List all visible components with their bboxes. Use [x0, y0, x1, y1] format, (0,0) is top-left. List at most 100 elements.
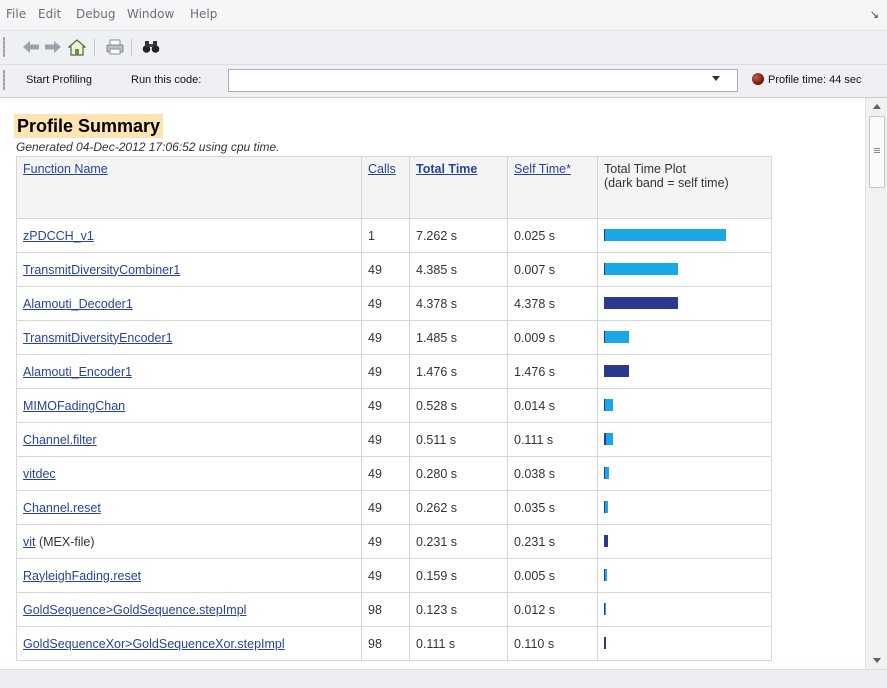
table-row: GoldSequenceXor>GoldSequenceXor.stepImpl… — [16, 626, 772, 661]
self-time-cell: 0.231 s — [507, 524, 598, 559]
table-header-row: Function Name Calls Total Time Self Time… — [16, 156, 772, 219]
vertical-scrollbar[interactable] — [865, 98, 887, 669]
calls-cell: 49 — [361, 388, 410, 423]
calls-cell: 49 — [361, 252, 410, 287]
time-plot — [604, 296, 765, 311]
chevron-down-icon[interactable] — [712, 76, 720, 81]
sort-calls-link[interactable]: Calls — [368, 162, 396, 176]
toolbar-separator — [94, 39, 95, 56]
table-row: Channel.reset 49 0.262 s 0.035 s — [16, 490, 772, 525]
function-link[interactable]: TransmitDiversityCombiner1 — [23, 263, 180, 277]
function-name-cell: TransmitDiversityCombiner1 — [16, 252, 362, 287]
calls-cell: 49 — [361, 558, 410, 593]
time-plot — [604, 262, 765, 277]
total-time-cell: 0.111 s — [409, 626, 508, 661]
total-time-bar — [605, 330, 629, 343]
time-plot — [604, 432, 765, 447]
undock-icon[interactable]: ↘ — [870, 8, 879, 21]
time-plot — [604, 466, 765, 481]
total-time-cell: 0.511 s — [409, 422, 508, 457]
header-total-time-plot: Total Time Plot (dark band = self time) — [597, 156, 772, 219]
time-plot-cell — [597, 286, 772, 321]
self-time-cell: 0.007 s — [507, 252, 598, 287]
self-time-cell: 0.025 s — [507, 218, 598, 253]
sort-function-name-link[interactable]: Function Name — [23, 162, 108, 176]
total-time-bar — [605, 262, 678, 275]
function-name-cell: Alamouti_Decoder1 — [16, 286, 362, 321]
menu-window[interactable]: Window — [127, 7, 174, 21]
total-time-cell: 0.231 s — [409, 524, 508, 559]
table-row: GoldSequence>GoldSequence.stepImpl 98 0.12… — [16, 592, 772, 627]
run-code-input[interactable] — [228, 69, 738, 92]
function-link[interactable]: TransmitDiversityEncoder1 — [23, 331, 173, 345]
time-plot-cell — [597, 354, 772, 389]
calls-cell: 1 — [361, 218, 410, 253]
function-link[interactable]: Channel.filter — [23, 433, 97, 447]
menu-file[interactable]: File — [6, 7, 26, 21]
self-time-cell: 4.378 s — [507, 286, 598, 321]
self-time-cell: 0.110 s — [507, 626, 598, 661]
function-link[interactable]: Alamouti_Decoder1 — [23, 297, 133, 311]
function-name-cell: Channel.filter — [16, 422, 362, 457]
self-time-cell: 0.009 s — [507, 320, 598, 355]
scroll-down-icon[interactable] — [873, 658, 881, 663]
function-link[interactable]: Alamouti_Encoder1 — [23, 365, 132, 379]
find-binoculars-icon[interactable] — [140, 37, 162, 57]
self-time-cell: 1.476 s — [507, 354, 598, 389]
time-plot-cell — [597, 218, 772, 253]
print-icon[interactable] — [104, 37, 126, 57]
time-plot — [604, 500, 765, 515]
function-link[interactable]: vit — [23, 535, 36, 549]
function-link[interactable]: RayleighFading.reset — [23, 569, 141, 583]
total-time-bar — [605, 398, 613, 411]
sort-self-time-link[interactable]: Self Time* — [514, 162, 571, 176]
function-link[interactable]: GoldSequenceXor>GoldSequenceXor.stepImpl — [23, 637, 285, 651]
function-name-cell: Alamouti_Encoder1 — [16, 354, 362, 389]
forward-arrow-icon[interactable] — [42, 37, 64, 57]
start-profiling-button[interactable]: Start Profiling — [26, 74, 92, 86]
function-name-cell: MIMOFadingChan — [16, 388, 362, 423]
table-row: vitdec 49 0.280 s 0.038 s — [16, 456, 772, 491]
back-arrow-icon[interactable] — [20, 37, 42, 57]
function-name-cell: zPDCCH_v1 — [16, 218, 362, 253]
total-time-cell: 4.378 s — [409, 286, 508, 321]
function-link[interactable]: Channel.reset — [23, 501, 101, 515]
calls-cell: 49 — [361, 490, 410, 525]
time-plot-cell — [597, 456, 772, 491]
function-link[interactable]: vitdec — [23, 467, 56, 481]
status-bar — [0, 669, 887, 688]
calls-cell: 49 — [361, 354, 410, 389]
profile-time-text: Profile time: 44 sec — [768, 74, 862, 86]
time-plot-cell — [597, 320, 772, 355]
run-code-label: Run this code: — [131, 74, 202, 86]
table-row: zPDCCH_v1 1 7.262 s 0.025 s — [16, 218, 772, 253]
self-time-bar — [604, 364, 629, 377]
function-link[interactable]: MIMOFadingChan — [23, 399, 125, 413]
function-name-cell: GoldSequenceXor>GoldSequenceXor.stepImpl — [16, 626, 362, 661]
menu-edit[interactable]: Edit — [38, 7, 61, 21]
function-link[interactable]: GoldSequence>GoldSequence.stepImpl — [23, 603, 246, 617]
scrollbar-thumb[interactable] — [869, 116, 885, 188]
total-time-bar — [606, 432, 613, 445]
scroll-up-icon[interactable] — [873, 104, 881, 109]
menu-help[interactable]: Help — [190, 7, 217, 21]
self-time-cell: 0.012 s — [507, 592, 598, 627]
total-time-cell: 1.485 s — [409, 320, 508, 355]
time-plot — [604, 228, 765, 243]
sort-total-time-link[interactable]: Total Time — [416, 162, 477, 176]
page-title: Profile Summary — [14, 114, 164, 138]
time-plot-cell — [597, 592, 772, 627]
time-plot-cell — [597, 422, 772, 457]
home-icon[interactable] — [66, 37, 88, 57]
function-name-cell: vitdec — [16, 456, 362, 491]
function-name-cell: vit (MEX-file) — [16, 524, 362, 559]
total-time-cell: 0.159 s — [409, 558, 508, 593]
self-time-bar — [604, 296, 678, 309]
table-row: Alamouti_Encoder1 49 1.476 s 1.476 s — [16, 354, 772, 389]
header-function-name: Function Name — [16, 156, 362, 219]
time-plot — [604, 636, 765, 651]
function-link[interactable]: zPDCCH_v1 — [23, 229, 94, 243]
menu-debug[interactable]: Debug — [76, 7, 115, 21]
table-row: Channel.filter 49 0.511 s 0.111 s — [16, 422, 772, 457]
time-plot-cell — [597, 490, 772, 525]
